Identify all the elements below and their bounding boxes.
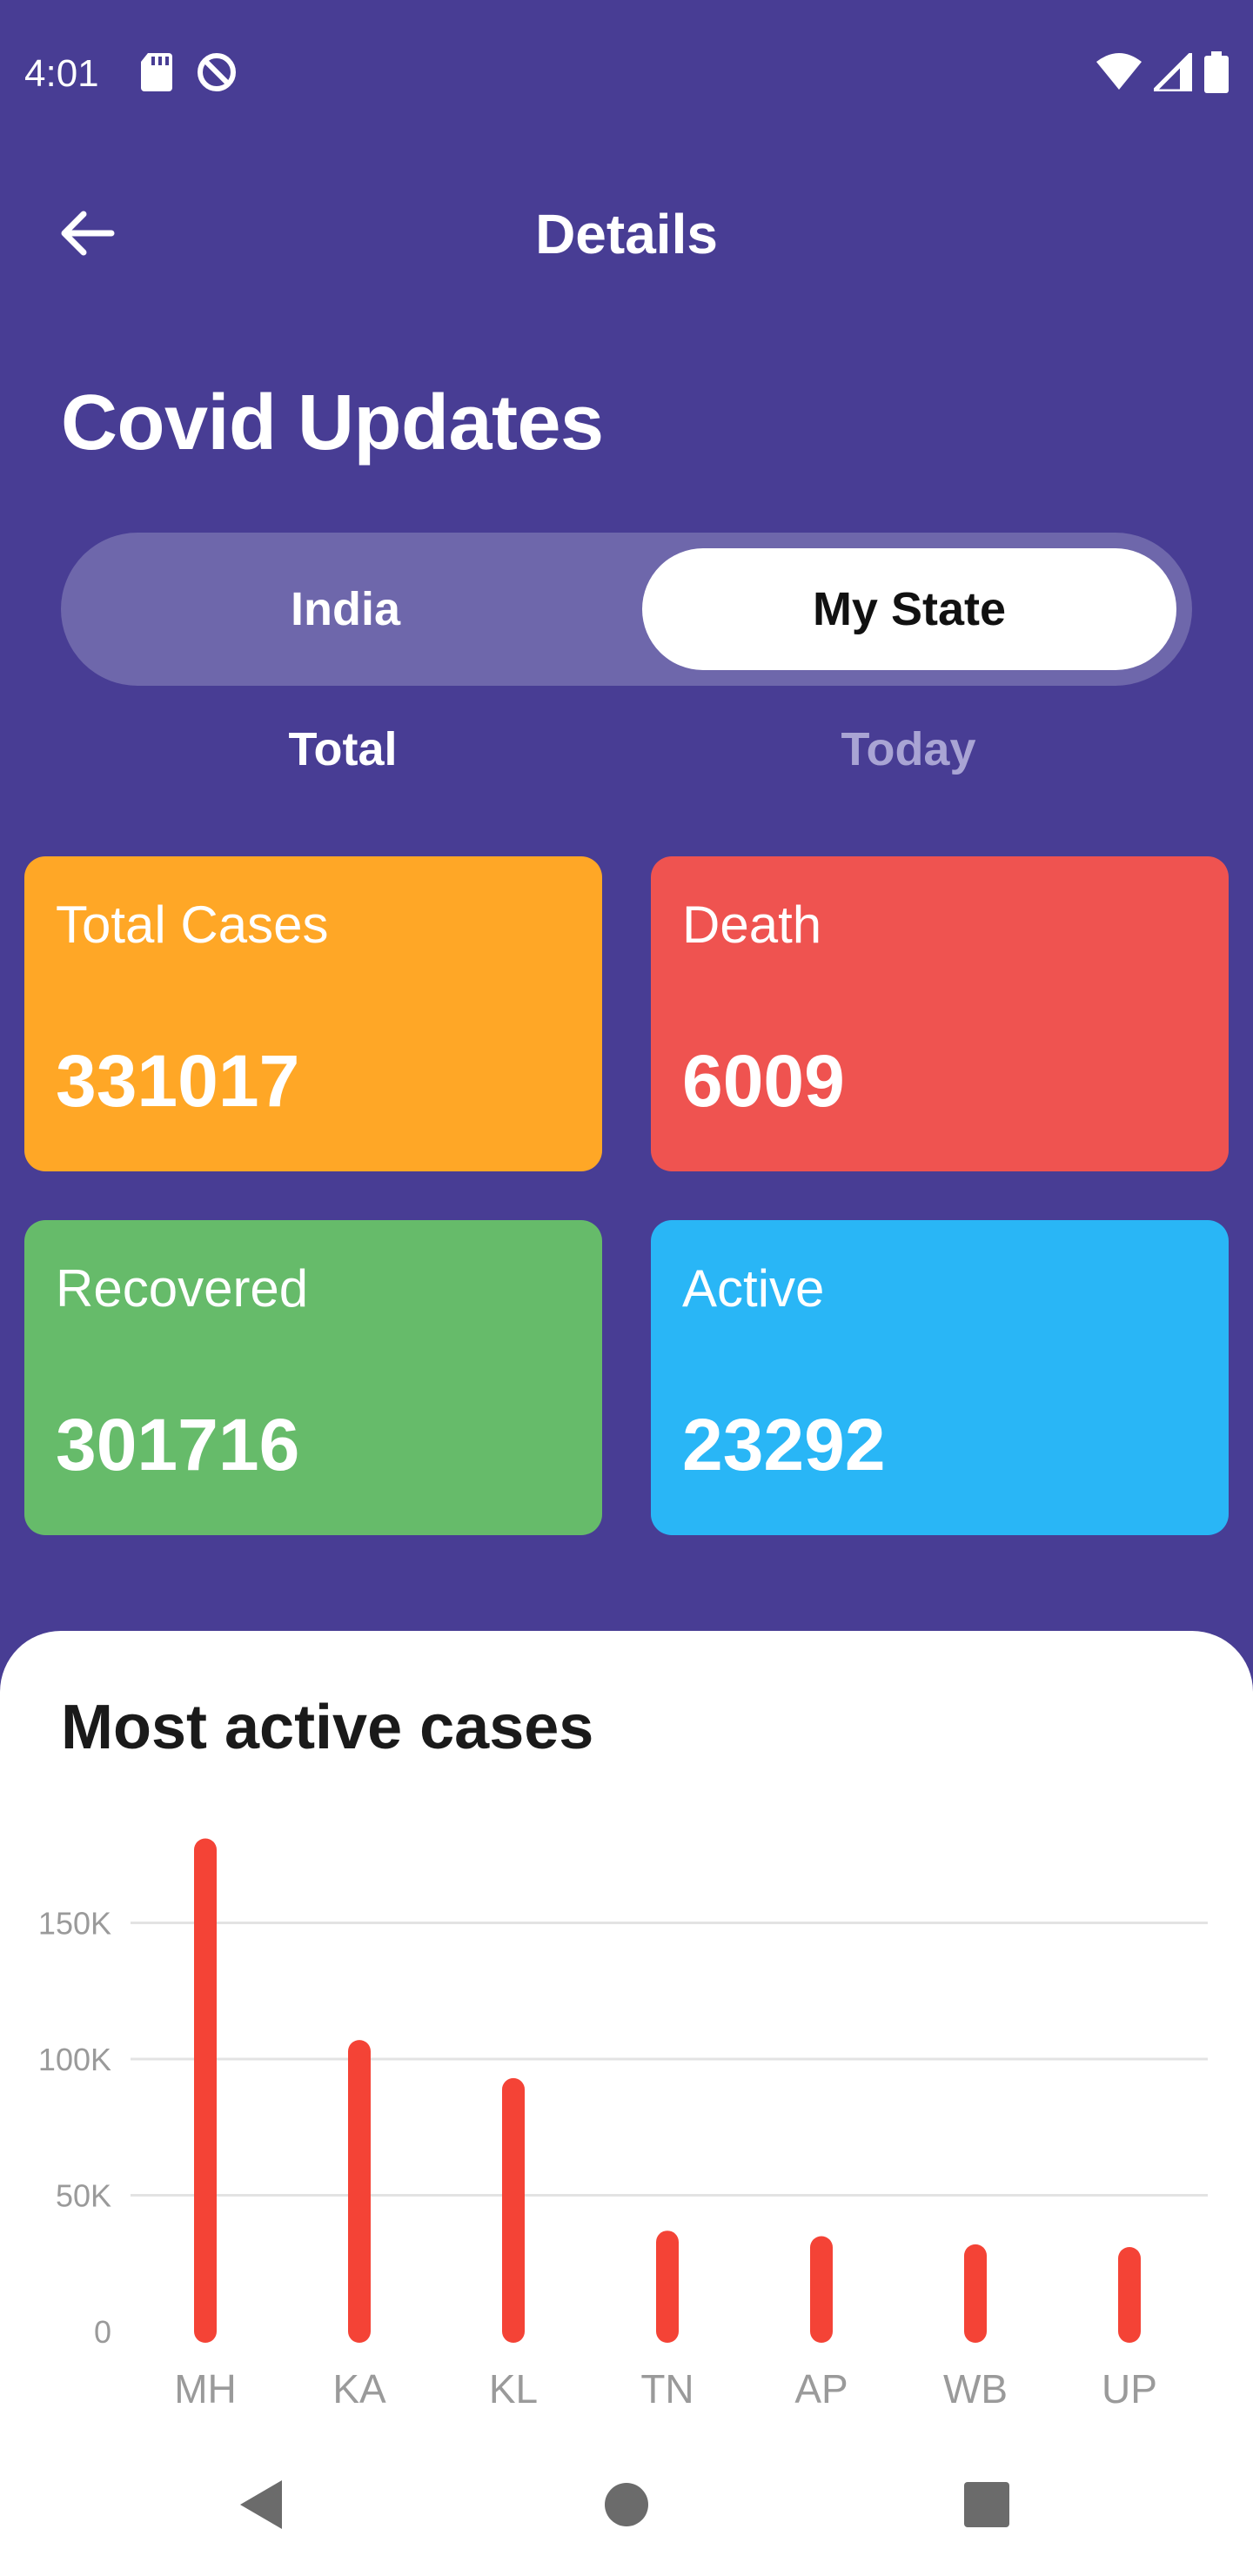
bar-up[interactable]: [1118, 2246, 1141, 2343]
y-tick-label: 50K: [56, 2178, 111, 2214]
bar-ka[interactable]: [348, 2040, 371, 2343]
tab-total[interactable]: Total: [212, 722, 473, 776]
death-card: Death 6009: [651, 856, 1229, 1171]
sd-card-icon: [140, 52, 172, 96]
x-tick-label-kl: KL: [489, 2366, 538, 2412]
x-tick-label-ka: KA: [332, 2366, 386, 2412]
segment-india[interactable]: India: [78, 548, 613, 670]
app-bar-title: Details: [535, 203, 718, 265]
bar-kl[interactable]: [502, 2077, 525, 2343]
app-bar: Details: [0, 174, 1253, 296]
recovered-value: 301716: [56, 1404, 300, 1486]
y-tick-label: 0: [94, 2314, 111, 2350]
bar-wb[interactable]: [964, 2244, 987, 2343]
x-tick-label-mh: MH: [174, 2366, 237, 2412]
recents-square-icon: [962, 2482, 1011, 2534]
page-title: Covid Updates: [61, 379, 604, 466]
cell-signal-icon: [1148, 47, 1195, 96]
y-tick-label: 150K: [38, 1906, 111, 1942]
recovered-label: Recovered: [56, 1259, 309, 1318]
back-triangle-icon: [237, 2480, 285, 2534]
total-cases-label: Total Cases: [56, 896, 329, 954]
x-tick-label-tn: TN: [640, 2366, 694, 2412]
nav-home-button[interactable]: [602, 2479, 651, 2535]
active-card: Active 23292: [651, 1220, 1229, 1535]
segment-my-state[interactable]: My State: [642, 548, 1176, 670]
recovered-card: Recovered 301716: [24, 1220, 602, 1535]
home-circle-icon: [602, 2483, 651, 2534]
status-bar: 4:01: [0, 0, 1253, 148]
battery-icon: [1204, 50, 1229, 97]
x-tick-label-ap: AP: [794, 2366, 848, 2412]
death-value: 6009: [682, 1040, 845, 1122]
total-cases-card: Total Cases 331017: [24, 856, 602, 1171]
total-cases-value: 331017: [56, 1040, 300, 1122]
bar-mh[interactable]: [194, 1838, 217, 2343]
bar-tn[interactable]: [656, 2231, 679, 2343]
region-segmented-control: India My State: [61, 533, 1192, 686]
tab-today[interactable]: Today: [778, 722, 1039, 776]
chart-sheet: Most active cases 0 50K 100K 150K MH KA KL TN AP…: [0, 1631, 1253, 2576]
wifi-icon: [1096, 52, 1142, 96]
active-value: 23292: [682, 1404, 886, 1486]
data-saver-icon: [195, 50, 238, 98]
most-active-cases-chart: 0 50K 100K 150K MH KA KL TN AP WB UP: [38, 1838, 1208, 2412]
bar-ap[interactable]: [810, 2236, 833, 2343]
y-tick-label: 100K: [38, 2042, 111, 2077]
death-label: Death: [682, 896, 822, 954]
nav-back-button[interactable]: [237, 2479, 285, 2535]
x-tick-label-wb: WB: [943, 2366, 1008, 2412]
x-tick-label-up: UP: [1102, 2366, 1157, 2412]
nav-recents-button[interactable]: [962, 2479, 1011, 2535]
active-label: Active: [682, 1259, 825, 1318]
system-nav-bar: [0, 2437, 1253, 2576]
status-time: 4:01: [24, 52, 99, 95]
